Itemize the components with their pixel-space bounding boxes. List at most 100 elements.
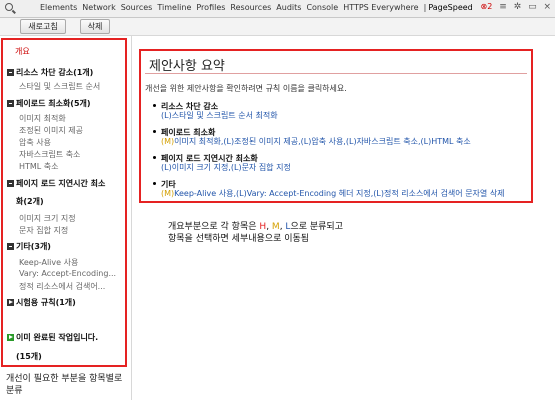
- sidebar-item-vary[interactable]: Vary: Accept-Encoding...: [19, 269, 116, 278]
- priority-level: (L): [223, 137, 235, 146]
- done-count: (15개): [16, 352, 42, 361]
- close-icon[interactable]: ×: [543, 2, 551, 12]
- tab-https-everywhere[interactable]: HTTPS Everywhere: [343, 3, 418, 12]
- bullet-icon: [153, 130, 156, 133]
- rule-link[interactable]: (L)Vary: Accept-Encoding 헤더 지정,: [236, 189, 373, 198]
- tab-audits[interactable]: Audits: [276, 3, 301, 12]
- rule-link[interactable]: (M)이미지 최적화,: [161, 137, 223, 146]
- tab-profiles[interactable]: Profiles: [196, 3, 225, 12]
- tab-console[interactable]: Console: [306, 3, 338, 12]
- rule-link-text: 문자 집합 지정: [241, 163, 291, 172]
- rule-link[interactable]: (L)정적 리소스에서 검색어 문자열 삭제: [373, 189, 504, 198]
- rule-link[interactable]: (L)스타일 및 스크립트 순서 최적화: [161, 111, 278, 120]
- rule-links: (M)이미지 최적화,(L)조정된 이미지 제공,(L)압축 사용,(L)자바스…: [161, 136, 471, 147]
- error-count: 2: [487, 2, 493, 11]
- rule-link[interactable]: (L)이미지 크기 지정,: [161, 163, 231, 172]
- rule-link[interactable]: (L)자바스크립트 축소,: [346, 137, 421, 146]
- collapse-icon[interactable]: [7, 100, 14, 107]
- tab-resources[interactable]: Resources: [230, 3, 271, 12]
- group-title-continued[interactable]: 화(2개): [16, 196, 44, 207]
- rule-link[interactable]: (M)Keep-Alive 사용,: [161, 189, 236, 198]
- inspect-icon[interactable]: [5, 3, 13, 11]
- note-m: M: [271, 222, 280, 232]
- rule-link[interactable]: (L)문자 집합 지정: [231, 163, 291, 172]
- delete-button[interactable]: 삭제: [80, 19, 110, 34]
- sidebar-item-style-script-order[interactable]: 스타일 및 스크립트 순서: [19, 81, 100, 92]
- sidebar-group-render-blocking[interactable]: 리소스 차단 감소(1개): [7, 67, 93, 78]
- priority-level: (L): [230, 163, 242, 172]
- sidebar-group-payload[interactable]: 페이로드 최소화(5개): [7, 98, 91, 109]
- sidebar-item-charset[interactable]: 문자 집합 지정: [19, 225, 68, 236]
- priority-level: (L): [345, 137, 357, 146]
- title-divider: [145, 73, 527, 74]
- rule-link-text: 이미지 크기 지정,: [171, 163, 231, 172]
- tab-network[interactable]: Network: [82, 3, 115, 12]
- priority-level: (L): [300, 137, 312, 146]
- settings-gear-icon[interactable]: ✲: [514, 2, 522, 12]
- sidebar-item-scaled-images[interactable]: 조정된 이미지 제공: [19, 125, 83, 136]
- sidebar-item-image-dimensions[interactable]: 이미지 크기 지정: [19, 213, 76, 224]
- collapse-icon[interactable]: [7, 69, 14, 76]
- sidebar-group-other[interactable]: 기타(3개): [7, 241, 51, 252]
- priority-level: (M): [161, 137, 175, 146]
- sidebar-group-latency[interactable]: 페이지 로드 지연시간 최소: [7, 178, 105, 189]
- rule-link-text: Keep-Alive 사용,: [174, 189, 237, 198]
- rule-link-text: 압축 사용,: [311, 137, 346, 146]
- bullet-icon: [153, 156, 156, 159]
- rule-link-text: 이미지 최적화,: [174, 137, 224, 146]
- rule-links: (M)Keep-Alive 사용,(L)Vary: Accept-Encodin…: [161, 188, 505, 199]
- sidebar-item-minify-js[interactable]: 자바스크립트 축소: [19, 149, 80, 160]
- priority-level: (L): [161, 111, 172, 120]
- priority-level: (L): [373, 189, 384, 198]
- group-title: 리소스 차단 감소(1개): [16, 68, 94, 77]
- devtools-tabs: Elements Network Sources Timeline Profiles Re…: [40, 3, 478, 12]
- priority-level: (L): [236, 189, 247, 198]
- tab-pagespeed[interactable]: PageSpeed: [428, 3, 472, 12]
- bullet-icon: [153, 104, 156, 107]
- priority-level: (M): [161, 189, 175, 198]
- tab-timeline[interactable]: Timeline: [157, 3, 191, 12]
- expand-icon[interactable]: [7, 299, 14, 306]
- group-title: 기타(3개): [16, 242, 51, 251]
- priority-level: (L): [420, 137, 432, 146]
- console-drawer-icon[interactable]: ≡: [499, 2, 507, 12]
- collapse-icon[interactable]: [7, 243, 14, 250]
- rule-links: (L)이미지 크기 지정,(L)문자 집합 지정: [161, 162, 291, 173]
- rule-link-text: 자바스크립트 축소,: [356, 137, 421, 146]
- note-text: 항목을 선택하면 세부내용으로 이동됨: [168, 234, 310, 244]
- dock-icon[interactable]: ▭: [528, 2, 537, 12]
- sidebar-group-experimental[interactable]: 시험용 규칙(1개): [7, 297, 76, 308]
- sidebar-item-overview[interactable]: 개요: [15, 46, 30, 57]
- priority-level: (L): [161, 163, 172, 172]
- devtools-tab-bar: Elements Network Sources Timeline Profiles Re…: [0, 0, 555, 18]
- group-title: 페이로드 최소화(5개): [16, 99, 91, 108]
- summary-intro: 개선을 위한 제안사항을 확인하려면 규칙 이름을 클릭하세요.: [145, 84, 347, 93]
- tab-separator: |: [423, 3, 427, 12]
- collapse-icon[interactable]: [7, 180, 14, 187]
- note-text: 으로 분류되고: [290, 222, 343, 232]
- expand-icon[interactable]: [7, 334, 14, 341]
- refresh-button[interactable]: 새로고침: [20, 19, 66, 34]
- pagespeed-toolbar: 새로고침 삭제: [0, 18, 555, 36]
- tab-elements[interactable]: Elements: [40, 3, 77, 12]
- rule-link-text: 스타일 및 스크립트 순서 최적화: [171, 111, 278, 120]
- note-h: H: [259, 222, 267, 232]
- sidebar-item-query-strings[interactable]: 정적 리소스에서 검색어...: [19, 281, 105, 292]
- group-title: 시험용 규칙(1개): [16, 298, 76, 307]
- rule-link[interactable]: (L)HTML 축소: [421, 137, 471, 146]
- rule-link-text: Vary: Accept-Encoding 헤더 지정,: [246, 189, 374, 198]
- sidebar-item-compression[interactable]: 압축 사용: [19, 137, 51, 148]
- rule-link[interactable]: (L)조정된 이미지 제공,: [223, 137, 300, 146]
- sidebar-item-optimize-images[interactable]: 이미지 최적화: [19, 113, 66, 124]
- tab-sources[interactable]: Sources: [121, 3, 153, 12]
- rule-sidebar: 개요 리소스 차단 감소(1개) 스타일 및 스크립트 순서 페이로드 최소화(…: [1, 38, 127, 367]
- sidebar-group-done[interactable]: 이미 완료된 작업입니다.: [7, 332, 98, 343]
- sidebar-item-minify-html[interactable]: HTML 축소: [19, 161, 59, 172]
- sidebar-item-keep-alive[interactable]: Keep-Alive 사용: [19, 257, 78, 268]
- rule-link[interactable]: (L)압축 사용,: [301, 137, 346, 146]
- annotation-note: 개요부분으로 각 항목은 H, M, L으로 분류되고 항목을 선택하면 세부내…: [168, 222, 343, 244]
- note-text: 개요부분으로 각 항목은: [168, 222, 257, 232]
- error-icon[interactable]: ⊗2: [481, 2, 493, 11]
- group-title: 페이지 로드 지연시간 최소: [16, 179, 106, 188]
- rule-link-text: 정적 리소스에서 검색어 문자열 삭제: [383, 189, 505, 198]
